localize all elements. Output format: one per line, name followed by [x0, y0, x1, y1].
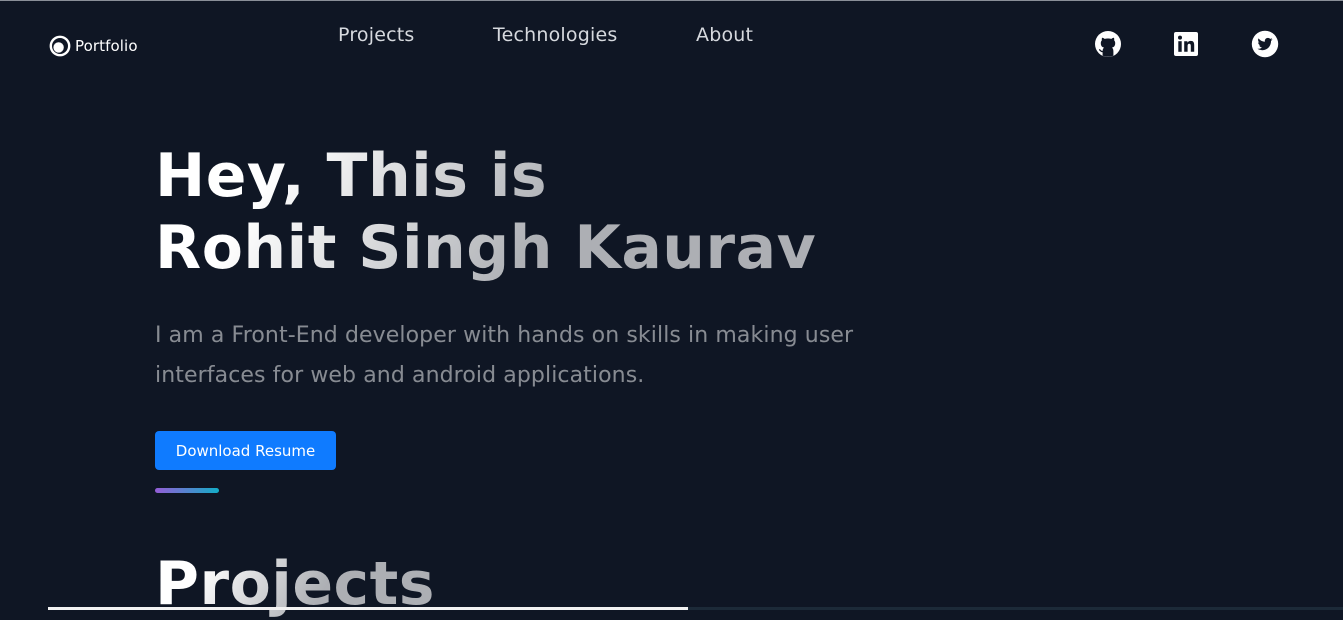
github-icon — [1095, 31, 1121, 57]
window-top-border — [0, 0, 1343, 1]
nav-link-projects[interactable]: Projects — [338, 24, 415, 46]
linkedin-link[interactable] — [1172, 30, 1200, 58]
nav-link-technologies[interactable]: Technologies — [493, 24, 617, 46]
hero-description: I am a Front-End developer with hands on… — [155, 323, 854, 388]
github-link[interactable] — [1094, 30, 1122, 58]
twitter-link[interactable] — [1251, 30, 1279, 58]
hero-title: Hey, This is Rohit Singh Kaurav — [155, 140, 816, 284]
nav-link-about[interactable]: About — [696, 24, 753, 46]
logo-text: Portfolio — [75, 37, 138, 55]
logo-icon — [49, 35, 71, 57]
download-resume-button[interactable]: Download Resume — [155, 431, 336, 470]
section-divider — [155, 488, 219, 493]
hero-title-line-1: Hey, This is — [155, 141, 548, 211]
twitter-icon — [1251, 30, 1279, 58]
logo-link[interactable]: Portfolio — [49, 35, 138, 57]
hero-title-line-2: Rohit Singh Kaurav — [155, 213, 817, 283]
linkedin-icon — [1174, 32, 1198, 56]
